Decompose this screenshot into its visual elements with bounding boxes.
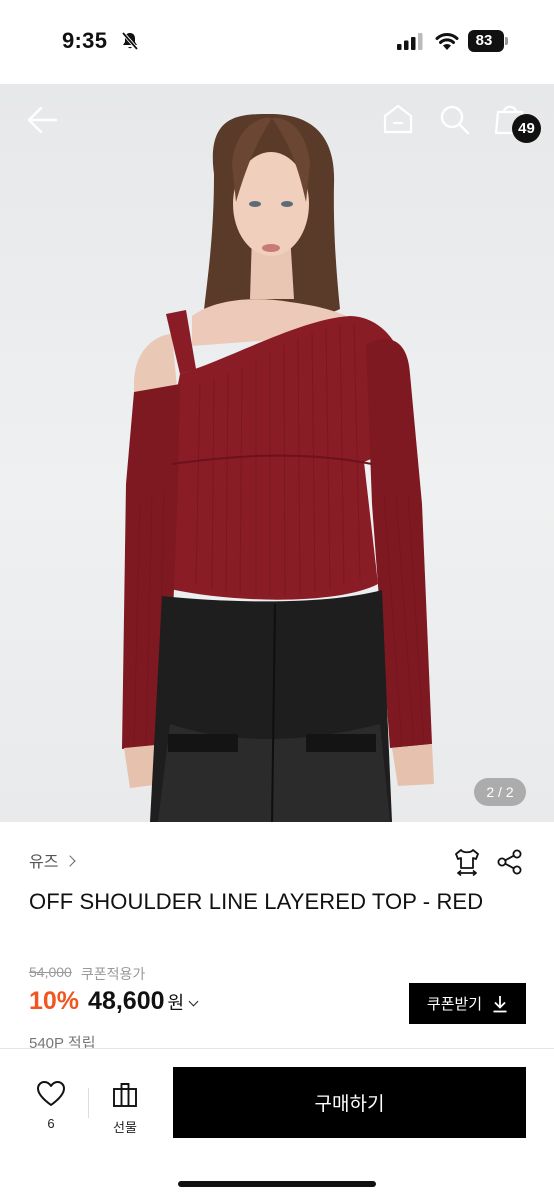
share-icon[interactable] bbox=[496, 848, 524, 876]
brand-name: 유즈 bbox=[29, 854, 59, 871]
currency-unit: 원 bbox=[167, 993, 185, 1013]
home-icon[interactable] bbox=[381, 102, 415, 136]
product-title: OFF SHOULDER LINE LAYERED TOP - RED bbox=[29, 889, 484, 914]
buy-button[interactable]: 구매하기 bbox=[173, 1067, 526, 1138]
search-icon[interactable] bbox=[437, 102, 471, 136]
back-arrow-icon[interactable] bbox=[24, 104, 60, 136]
home-indicator bbox=[178, 1181, 376, 1187]
gift-icon bbox=[113, 1083, 137, 1107]
wifi-icon bbox=[435, 33, 459, 50]
status-bar: 9:35 83 bbox=[0, 0, 554, 84]
price-row[interactable]: 10% 48,600 원 bbox=[29, 987, 199, 1016]
battery-level: 83 bbox=[475, 32, 493, 49]
original-price-row: 54,000 쿠폰적용가 bbox=[29, 964, 145, 984]
sale-price: 48,600 bbox=[88, 987, 165, 1015]
reward-points: 540P 적립 bbox=[29, 1035, 96, 1048]
discount-rate: 10% bbox=[29, 987, 80, 1015]
status-time: 9:35 bbox=[62, 28, 108, 53]
like-button[interactable]: 6 bbox=[30, 1080, 72, 1131]
original-price: 54,000 bbox=[29, 964, 72, 980]
coupon-button-label: 쿠폰받기 bbox=[426, 996, 483, 1013]
chevron-down-icon[interactable] bbox=[188, 996, 199, 1007]
cart-count-badge: 49 bbox=[512, 114, 541, 143]
heart-icon bbox=[37, 1081, 65, 1106]
battery-cap bbox=[505, 37, 508, 45]
get-coupon-button[interactable]: 쿠폰받기 bbox=[409, 983, 526, 1024]
download-icon bbox=[493, 995, 507, 1012]
battery-icon: 83 bbox=[468, 30, 504, 52]
bottom-divider bbox=[88, 1088, 89, 1118]
product-image-gallery[interactable]: 49 2 / 2 bbox=[0, 84, 554, 822]
gift-button[interactable]: 선물 bbox=[104, 1080, 146, 1136]
bell-slash-icon bbox=[121, 31, 139, 51]
chevron-right-icon bbox=[64, 854, 77, 867]
brand-link[interactable]: 유즈 bbox=[29, 848, 77, 872]
signal-icon bbox=[397, 33, 423, 50]
product-photo bbox=[122, 114, 434, 822]
like-count: 6 bbox=[47, 1116, 55, 1131]
gift-label: 선물 bbox=[113, 1120, 137, 1135]
gallery-page-indicator: 2 / 2 bbox=[474, 778, 526, 806]
size-guide-icon[interactable] bbox=[452, 847, 482, 877]
coupon-price-note: 쿠폰적용가 bbox=[80, 966, 146, 982]
